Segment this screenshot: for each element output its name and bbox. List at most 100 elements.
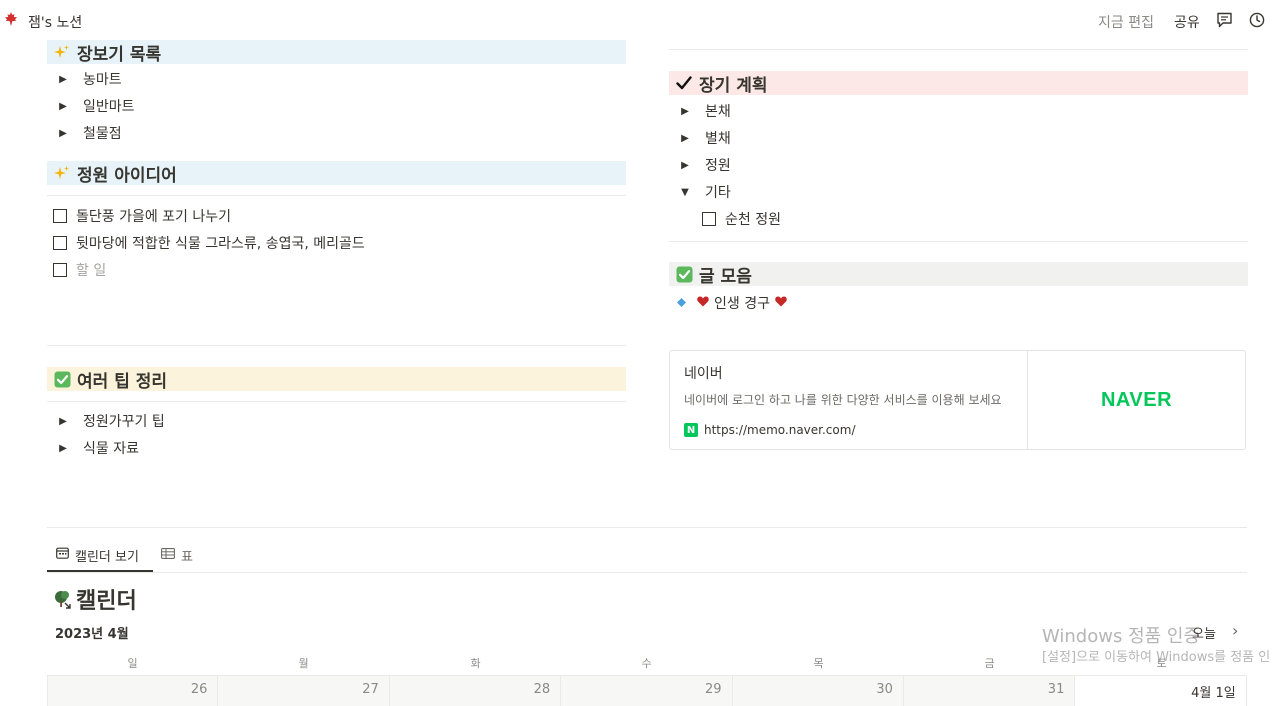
heading-text: 장보기 목록 xyxy=(77,44,162,65)
bookmark-info: 네이버 네이버에 로그인 하고 나를 위한 다양한 서비스를 이용해 보세요 N… xyxy=(670,351,1027,449)
toggle-item-expanded[interactable]: ▼ 기타 xyxy=(669,179,1248,205)
toggle-item[interactable]: ▶ 일반마트 xyxy=(47,93,626,119)
garden-heading: 정원 아이디어 xyxy=(47,161,626,186)
todo-placeholder[interactable]: 할 일 xyxy=(76,260,106,280)
toggle-item[interactable]: ▶ 본채 xyxy=(669,98,1248,124)
toggle-label: 정원가꾸기 팁 xyxy=(83,414,165,430)
toggle-item[interactable]: ▶ 식물 자료 xyxy=(47,435,626,461)
toggle-item[interactable]: ▶ 정원 xyxy=(669,152,1248,178)
comment-icon[interactable] xyxy=(1214,10,1234,30)
tips-list: ▶ 정원가꾸기 팁 ▶ 식물 자료 xyxy=(47,408,626,461)
calendar-grid: 26 27 28 29 30 31 4월 1일 xyxy=(47,675,1247,706)
toggle-item[interactable]: ▶ 별채 xyxy=(669,125,1248,151)
tree-icon xyxy=(54,589,72,609)
checkbox[interactable] xyxy=(53,263,67,277)
chevron-right-icon[interactable]: › xyxy=(1232,621,1238,640)
calendar-day[interactable]: 31 xyxy=(903,676,1076,706)
bookmark-card[interactable]: 네이버 네이버에 로그인 하고 나를 위한 다양한 서비스를 이용해 보세요 N… xyxy=(669,350,1246,450)
calendar-title-text: 캘린더 xyxy=(76,589,137,614)
view-tabs: 캘린더 보기 표 xyxy=(47,540,193,572)
toggle-label: 정원 xyxy=(705,158,731,174)
calendar-day[interactable]: 4월 1일 xyxy=(1075,676,1247,706)
toggle-arrow-down-icon[interactable]: ▼ xyxy=(677,187,693,198)
todo-label[interactable]: 순천 정원 xyxy=(725,209,781,229)
weekday-label: 일 xyxy=(127,657,138,670)
checkbox[interactable] xyxy=(702,212,716,226)
heading-text: 정원 아이디어 xyxy=(77,165,177,186)
toggle-label: 철물점 xyxy=(83,126,122,142)
divider xyxy=(47,527,1247,528)
toggle-item[interactable]: ▶ 정원가꾸기 팁 xyxy=(47,408,626,434)
toggle-arrow-icon[interactable]: ▶ xyxy=(55,128,71,139)
share-button[interactable]: 공유 xyxy=(1174,12,1200,32)
todo-item: 뒷마당에 적합한 식물 그라스류, 송엽국, 메리골드 xyxy=(47,230,626,256)
shopping-heading: 장보기 목록 xyxy=(47,40,626,65)
plan-heading: 장기 계획 xyxy=(669,71,1248,96)
clock-icon[interactable] xyxy=(1247,10,1267,30)
checkbox[interactable] xyxy=(53,236,67,250)
tab-label: 표 xyxy=(181,549,193,565)
toggle-label: 일반마트 xyxy=(83,99,135,115)
maple-leaf-icon xyxy=(4,12,20,28)
calendar-day[interactable]: 28 xyxy=(389,676,562,706)
divider xyxy=(47,572,1247,573)
calendar-title: 캘린더 xyxy=(54,583,137,615)
calendar-day[interactable]: 26 xyxy=(47,676,219,706)
check-mark-button-icon xyxy=(673,266,695,283)
todo-item: 돌단풍 가을에 포기 나누기 xyxy=(47,203,626,229)
toggle-label: 본채 xyxy=(705,104,731,120)
divider xyxy=(47,345,626,346)
tab-calendar-view[interactable]: 캘린더 보기 xyxy=(47,540,153,572)
toggle-item[interactable]: ▶ 농마트 xyxy=(47,66,626,92)
heart-icon xyxy=(697,295,709,311)
windows-activation-watermark-title: Windows 정품 인증 xyxy=(1042,626,1201,647)
divider xyxy=(669,49,1248,50)
toggle-item[interactable]: ▶ 철물점 xyxy=(47,120,626,146)
tab-label: 캘린더 보기 xyxy=(75,549,139,565)
diamond-icon xyxy=(677,295,687,311)
edit-status: 지금 편집 xyxy=(1098,15,1154,31)
toggle-label: 농마트 xyxy=(83,72,122,88)
todo-item: 할 일 xyxy=(47,257,626,283)
weekday-label: 월 xyxy=(298,657,309,670)
weekday-label: 토 xyxy=(1156,657,1167,670)
naver-favicon-icon: N xyxy=(684,423,698,437)
today-button[interactable]: 오늘 xyxy=(1192,623,1216,642)
todo-label[interactable]: 뒷마당에 적합한 식물 그라스류, 송엽국, 메리골드 xyxy=(76,233,365,253)
plan-list: ▶ 본채 ▶ 별채 ▶ 정원 ▼ 기타 순천 정원 xyxy=(669,98,1248,232)
calendar-day[interactable]: 30 xyxy=(732,676,904,706)
sparkles-icon xyxy=(51,44,73,60)
toggle-label: 기타 xyxy=(705,185,731,201)
toggle-arrow-icon[interactable]: ▶ xyxy=(55,416,71,427)
toggle-label: 식물 자료 xyxy=(83,441,139,457)
toggle-arrow-icon[interactable]: ▶ xyxy=(55,443,71,454)
calendar-icon xyxy=(56,547,69,563)
divider xyxy=(47,401,626,402)
heart-icon xyxy=(775,295,787,311)
toggle-arrow-icon[interactable]: ▶ xyxy=(677,133,693,144)
toggle-arrow-icon[interactable]: ▶ xyxy=(55,101,71,112)
tips-heading: 여러 팁 정리 xyxy=(47,367,626,392)
heading-text: 여러 팁 정리 xyxy=(77,371,168,392)
workspace-title[interactable]: 잼's 노션 xyxy=(28,12,82,32)
toggle-arrow-icon[interactable]: ▶ xyxy=(55,74,71,85)
checkbox[interactable] xyxy=(53,209,67,223)
weekday-label: 목 xyxy=(813,657,824,670)
calendar-day[interactable]: 29 xyxy=(561,676,733,706)
heading-text: 글 모음 xyxy=(699,266,752,287)
calendar-month: 2023년 4월 xyxy=(55,627,129,642)
sparkles-icon xyxy=(51,165,73,181)
todo-label[interactable]: 돌단풍 가을에 포기 나누기 xyxy=(76,206,231,226)
top-bar: 잼's 노션 지금 편집 공유 xyxy=(0,0,1280,42)
page-link[interactable]: 인생 경구 xyxy=(669,290,787,316)
toggle-arrow-icon[interactable]: ▶ xyxy=(677,106,693,117)
weekday-label: 금 xyxy=(984,657,995,670)
check-mark-icon xyxy=(673,75,695,91)
toggle-label: 별채 xyxy=(705,131,731,147)
bookmark-url-text: https://memo.naver.com/ xyxy=(704,423,856,437)
bookmark-description: 네이버에 로그인 하고 나를 위한 다양한 서비스를 이용해 보세요 xyxy=(684,393,1002,407)
tab-table-view[interactable]: 표 xyxy=(159,540,193,570)
calendar-day[interactable]: 27 xyxy=(218,676,390,706)
page-link-label[interactable]: 인생 경구 xyxy=(714,293,770,313)
toggle-arrow-icon[interactable]: ▶ xyxy=(677,160,693,171)
